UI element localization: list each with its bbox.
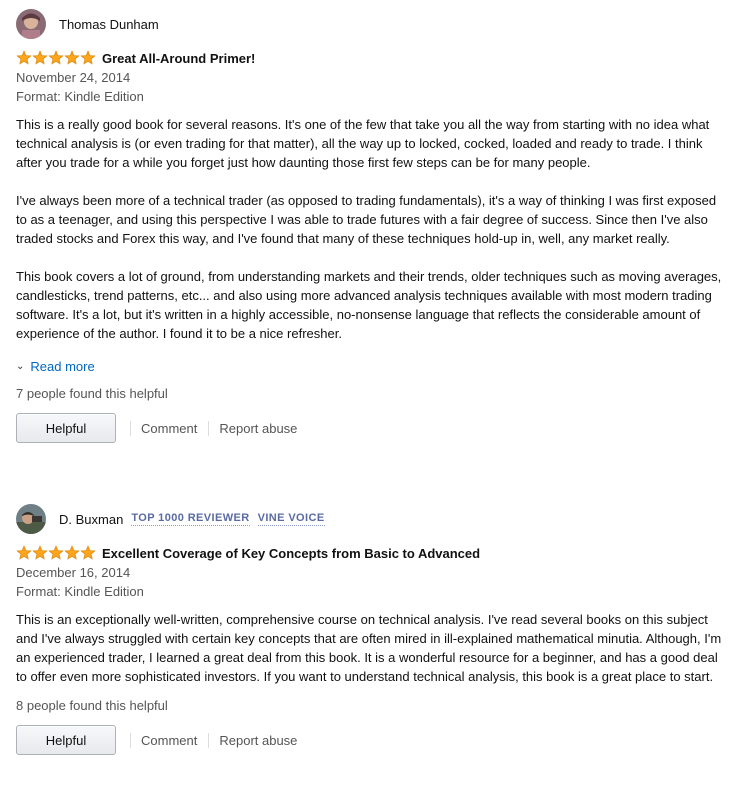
comment-link[interactable]: Comment [141,421,197,436]
helpful-button[interactable]: Helpful [16,725,116,755]
report-abuse-link[interactable]: Report abuse [219,733,297,748]
star-icon [16,545,32,560]
star-icon [32,545,48,560]
review-paragraph: I've always been more of a technical tra… [16,193,717,246]
chevron-down-icon: ⌄ [16,361,25,372]
review-paragraph: This is an exceptionally well-written, c… [16,612,722,684]
review-body: This is an exceptionally well-written, c… [16,610,728,686]
review-title-line: Great All-Around Primer! [16,49,728,67]
reviewer-profile[interactable]: D. Buxman TOP 1000 REVIEWER VINE VOICE [16,504,728,534]
review-title[interactable]: Great All-Around Primer! [102,51,255,66]
star-icon [16,50,32,65]
avatar[interactable] [16,9,46,39]
review-actions: Helpful Comment Report abuse [16,725,728,755]
star-rating[interactable] [16,545,96,561]
read-more-link[interactable]: ⌄ Read more [16,359,728,374]
star-icon [48,50,64,65]
review-title-line: Excellent Coverage of Key Concepts from … [16,544,728,562]
star-rating[interactable] [16,50,96,66]
star-icon [64,50,80,65]
star-icon [80,50,96,65]
read-more-label[interactable]: Read more [30,359,94,374]
report-abuse-link[interactable]: Report abuse [219,421,297,436]
review: Thomas Dunham Great All-Around Primer! N… [16,9,728,443]
divider [130,732,131,748]
review-body: This is a really good book for several r… [16,115,728,343]
helpful-count: 7 people found this helpful [16,386,168,401]
reviewer-name[interactable]: D. Buxman [59,512,123,527]
reviewer-profile[interactable]: Thomas Dunham [16,9,728,39]
review-date: December 16, 2014 [16,565,131,580]
avatar[interactable] [16,504,46,534]
top-reviewer-badge[interactable]: TOP 1000 REVIEWER [131,512,250,526]
review: D. Buxman TOP 1000 REVIEWER VINE VOICE E… [16,504,728,755]
review-format: Format: Kindle Edition [16,89,144,104]
star-icon [64,545,80,560]
review-format: Format: Kindle Edition [16,584,144,599]
reviewer-name[interactable]: Thomas Dunham [59,17,159,32]
vine-voice-badge[interactable]: VINE VOICE [257,512,325,526]
review-date: November 24, 2014 [16,70,131,85]
divider [208,732,210,748]
star-icon [80,545,96,560]
review-title[interactable]: Excellent Coverage of Key Concepts from … [102,546,480,561]
divider [130,420,131,436]
review-paragraph: This book covers a lot of ground, from u… [16,269,722,341]
divider [208,420,210,436]
review-actions: Helpful Comment Report abuse [16,413,728,443]
comment-link[interactable]: Comment [141,733,197,748]
helpful-count: 8 people found this helpful [16,698,168,713]
star-icon [48,545,64,560]
star-icon [32,50,48,65]
helpful-button[interactable]: Helpful [16,413,116,443]
review-paragraph: This is a really good book for several r… [16,117,710,170]
